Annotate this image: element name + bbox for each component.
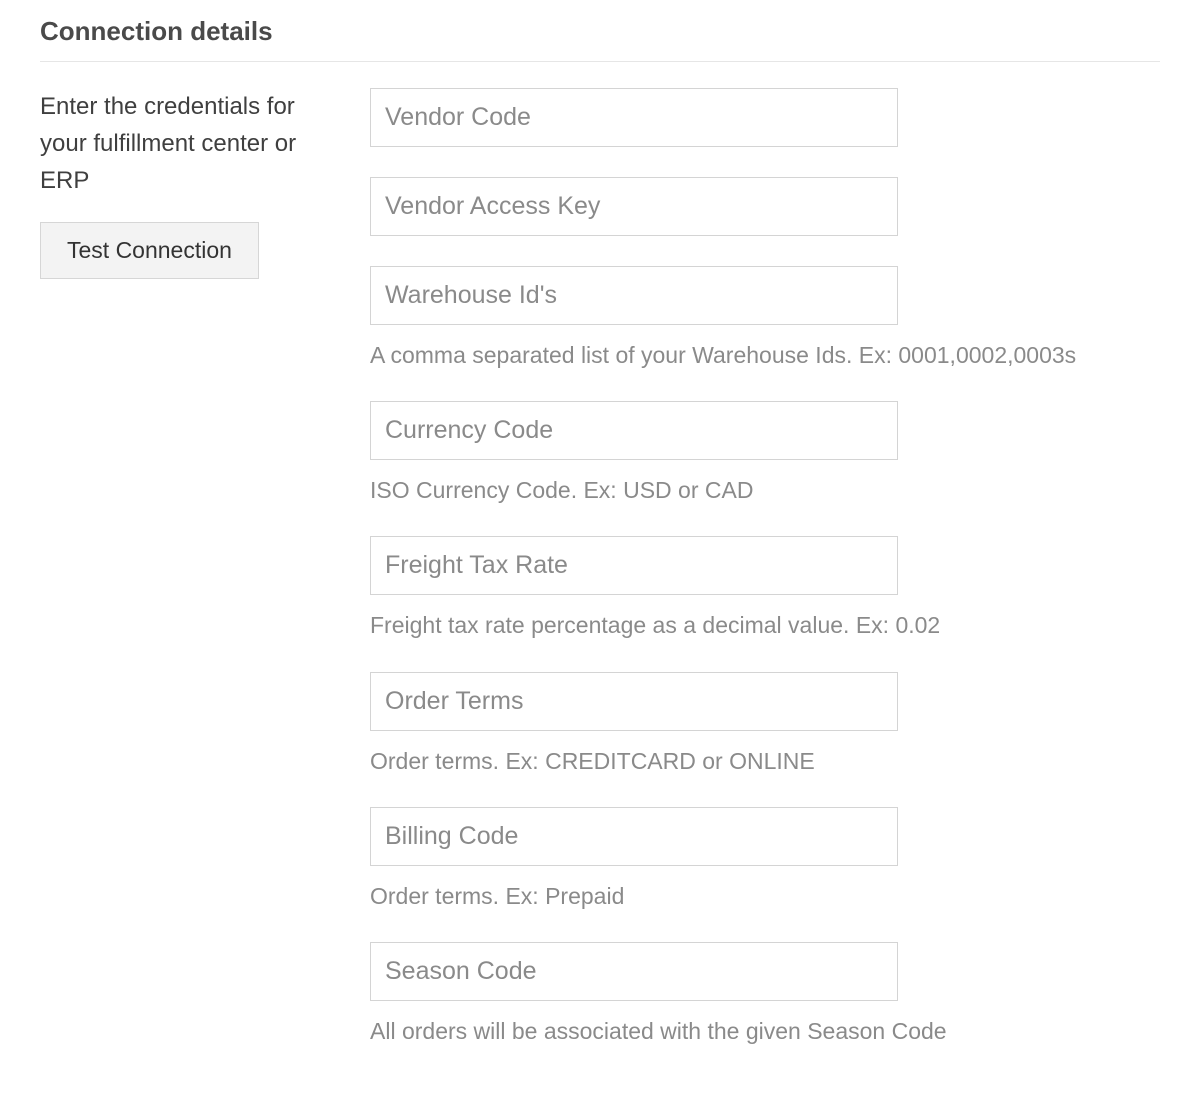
field-season-code: All orders will be associated with the g… — [370, 942, 1160, 1047]
field-vendor-code — [370, 88, 1160, 147]
field-warehouse-ids: A comma separated list of your Warehouse… — [370, 266, 1160, 371]
billing-code-input[interactable] — [370, 807, 898, 866]
field-billing-code: Order terms. Ex: Prepaid — [370, 807, 1160, 912]
warehouse-ids-input[interactable] — [370, 266, 898, 325]
field-order-terms: Order terms. Ex: CREDITCARD or ONLINE — [370, 672, 1160, 777]
currency-code-help: ISO Currency Code. Ex: USD or CAD — [370, 474, 1160, 506]
freight-tax-rate-input[interactable] — [370, 536, 898, 595]
vendor-code-input[interactable] — [370, 88, 898, 147]
season-code-help: All orders will be associated with the g… — [370, 1015, 1160, 1047]
order-terms-input[interactable] — [370, 672, 898, 731]
section-title: Connection details — [40, 16, 1160, 62]
field-currency-code: ISO Currency Code. Ex: USD or CAD — [370, 401, 1160, 506]
left-column: Enter the credentials for your fulfillme… — [40, 88, 330, 279]
currency-code-input[interactable] — [370, 401, 898, 460]
season-code-input[interactable] — [370, 942, 898, 1001]
vendor-access-key-input[interactable] — [370, 177, 898, 236]
field-freight-tax-rate: Freight tax rate percentage as a decimal… — [370, 536, 1160, 641]
order-terms-help: Order terms. Ex: CREDITCARD or ONLINE — [370, 745, 1160, 777]
freight-tax-rate-help: Freight tax rate percentage as a decimal… — [370, 609, 1160, 641]
warehouse-ids-help: A comma separated list of your Warehouse… — [370, 339, 1160, 371]
test-connection-button[interactable]: Test Connection — [40, 222, 259, 279]
billing-code-help: Order terms. Ex: Prepaid — [370, 880, 1160, 912]
right-column: A comma separated list of your Warehouse… — [370, 88, 1160, 1077]
content-row: Enter the credentials for your fulfillme… — [40, 88, 1160, 1077]
intro-text: Enter the credentials for your fulfillme… — [40, 88, 330, 200]
field-vendor-access-key — [370, 177, 1160, 236]
